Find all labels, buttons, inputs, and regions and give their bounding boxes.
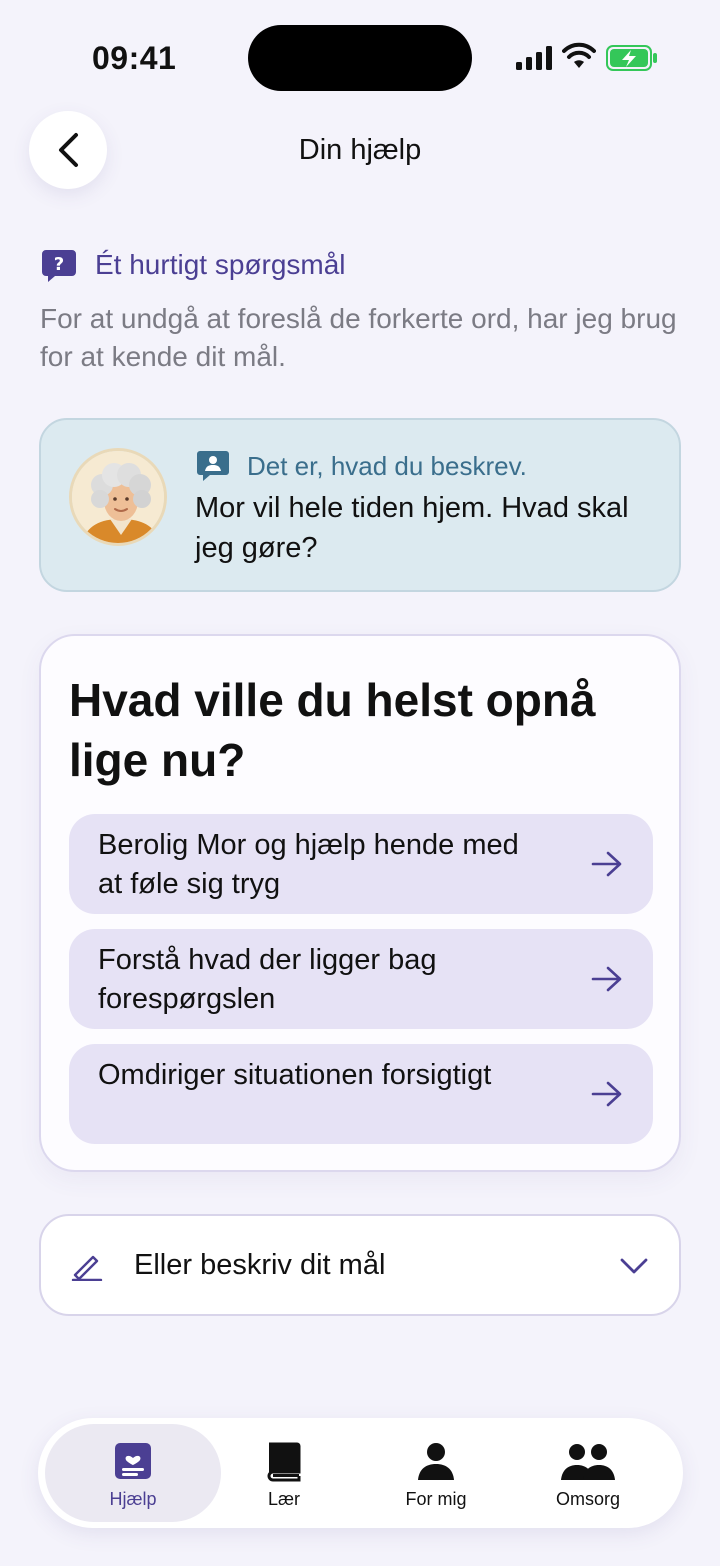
goal-option-label: Berolig Mor og hjælp hende med at føle s… bbox=[98, 829, 519, 900]
question-heading: Ét hurtigt spørgsmål bbox=[95, 249, 346, 280]
tab-label: For mig bbox=[405, 1489, 467, 1509]
status-bar: 09:41 bbox=[0, 0, 720, 110]
describe-goal-dropdown[interactable]: Eller beskriv dit mål bbox=[39, 1214, 681, 1316]
question-bubble-icon: ? bbox=[42, 250, 76, 282]
goal-card: Hvad ville du helst opnå lige nu? Beroli… bbox=[39, 634, 681, 1172]
described-text: Mor vil hele tiden hjem. Hvad skal jeg g… bbox=[195, 492, 629, 564]
goal-option-label: Omdiriger situationen forsigtigt bbox=[98, 1059, 492, 1091]
tab-label: Lær bbox=[267, 1489, 300, 1509]
tab-learn[interactable]: Lær bbox=[204, 1424, 364, 1522]
goal-option-understand[interactable]: Forstå hvad der ligger bag forespørgslen bbox=[69, 929, 653, 1029]
book-icon bbox=[267, 1442, 301, 1482]
arrow-right-icon bbox=[591, 966, 622, 992]
arrow-right-icon bbox=[591, 1081, 622, 1107]
avatar bbox=[69, 448, 167, 546]
person-icon bbox=[418, 1443, 454, 1480]
elderly-woman-avatar-icon bbox=[72, 451, 164, 543]
arrow-right-icon bbox=[591, 851, 622, 877]
tab-for-me[interactable]: For mig bbox=[356, 1424, 516, 1522]
people-icon bbox=[561, 1444, 615, 1480]
cellular-signal-icon bbox=[516, 46, 552, 70]
tab-label: Omsorg bbox=[555, 1489, 620, 1509]
goal-option-reassure[interactable]: Berolig Mor og hjælp hende med at føle s… bbox=[69, 814, 653, 914]
battery-charging-icon bbox=[606, 45, 657, 71]
tab-care[interactable]: Omsorg bbox=[508, 1424, 668, 1522]
svg-text:?: ? bbox=[54, 254, 64, 275]
person-speech-bubble-icon bbox=[197, 451, 229, 481]
tab-label: Hjælp bbox=[109, 1489, 157, 1509]
tab-bar: Hjælp Lær For mig Omsorg bbox=[38, 1418, 683, 1528]
dynamic-island bbox=[248, 25, 472, 91]
page-title: Din hjælp bbox=[298, 134, 422, 166]
describe-goal-label: Eller beskriv dit mål bbox=[134, 1249, 386, 1281]
question-body: For at undgå at foreslå de forkerte ord,… bbox=[40, 303, 677, 372]
described-label: Det er, hvad du beskrev. bbox=[247, 451, 527, 481]
status-time: 09:41 bbox=[92, 40, 177, 76]
goal-option-redirect[interactable]: Omdiriger situationen forsigtigt bbox=[69, 1044, 653, 1144]
tab-help[interactable]: Hjælp bbox=[45, 1424, 221, 1522]
goal-title: Hvad ville du helst opnå lige nu? bbox=[69, 674, 596, 786]
pencil-icon bbox=[71, 1255, 103, 1281]
goal-option-label: Forstå hvad der ligger bag forespørgslen bbox=[98, 944, 437, 1015]
help-card-icon bbox=[115, 1443, 151, 1479]
described-card: Det er, hvad du beskrev. Mor vil hele ti… bbox=[39, 418, 681, 592]
wifi-icon bbox=[562, 42, 596, 68]
chevron-down-icon bbox=[620, 1258, 648, 1274]
